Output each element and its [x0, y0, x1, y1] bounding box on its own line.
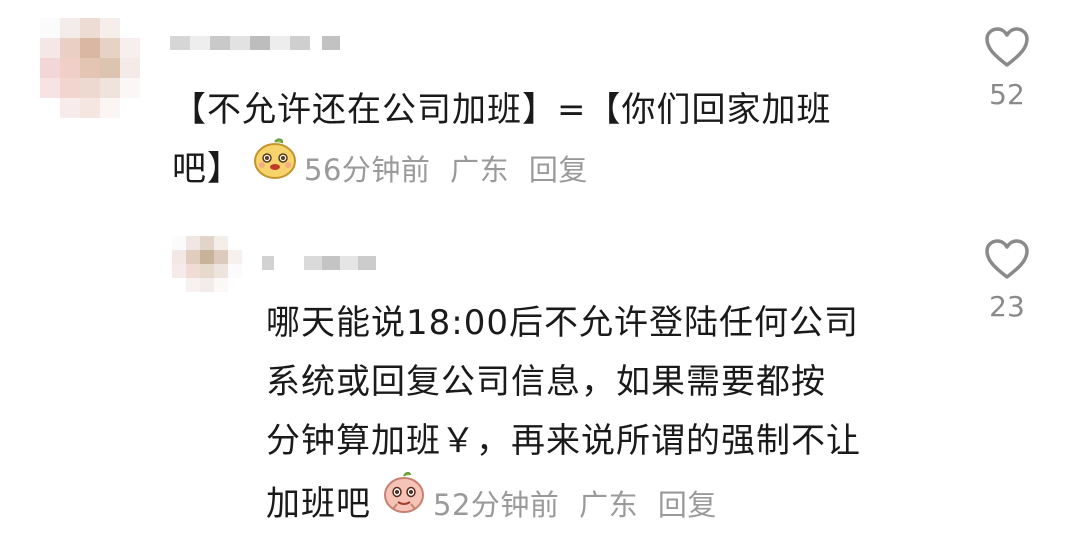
pink-face-sticker-icon: [381, 471, 427, 534]
like-button[interactable]: 23: [972, 238, 1042, 323]
comment-line: 【不允许还在公司加班】=【你们回家加班: [172, 90, 832, 130]
avatar[interactable]: [172, 236, 242, 292]
comment-line: 吧】: [172, 149, 242, 189]
comment-last-line: 吧】 56分钟前 广东 回复: [172, 138, 932, 203]
smiling-face-sticker-icon: [252, 138, 298, 197]
username[interactable]: [170, 36, 340, 50]
comment-time: 52分钟前: [433, 488, 560, 522]
reply-button[interactable]: 回复: [529, 153, 588, 187]
comment-line: 系统或回复公司信息，如果需要都按: [266, 362, 826, 402]
like-button[interactable]: 52: [972, 26, 1042, 111]
comment-meta: 56分钟前 广东 回复: [304, 153, 598, 187]
reply-button[interactable]: 回复: [658, 488, 717, 522]
heart-icon: [985, 239, 1029, 279]
comment-last-line: 加班吧 52分钟前 广东 回复: [266, 471, 946, 540]
heart-icon: [985, 27, 1029, 67]
username[interactable]: [262, 256, 376, 270]
comment-line: 哪天能说18:00后不允许登陆任何公司: [266, 303, 859, 343]
comment-text: 【不允许还在公司加班】=【你们回家加班 吧】 56分钟前 广东 回复: [172, 82, 932, 203]
comment-thread: 【不允许还在公司加班】=【你们回家加班 吧】 56分钟前 广东 回复 52 哪天…: [0, 0, 1080, 549]
like-count: 23: [989, 290, 1025, 323]
avatar[interactable]: [40, 18, 140, 118]
comment-location: 广东: [450, 153, 510, 187]
comment-line: 分钟算加班￥，再来说所谓的强制不让: [266, 421, 861, 461]
comment-meta: 52分钟前 广东 回复: [433, 488, 727, 522]
comment-location: 广东: [579, 488, 639, 522]
reply-comment-text: 哪天能说18:00后不允许登陆任何公司 系统或回复公司信息，如果需要都按 分钟算…: [266, 294, 946, 540]
comment-line: 加班吧: [266, 484, 371, 524]
comment-time: 56分钟前: [304, 153, 431, 187]
like-count: 52: [989, 78, 1025, 111]
